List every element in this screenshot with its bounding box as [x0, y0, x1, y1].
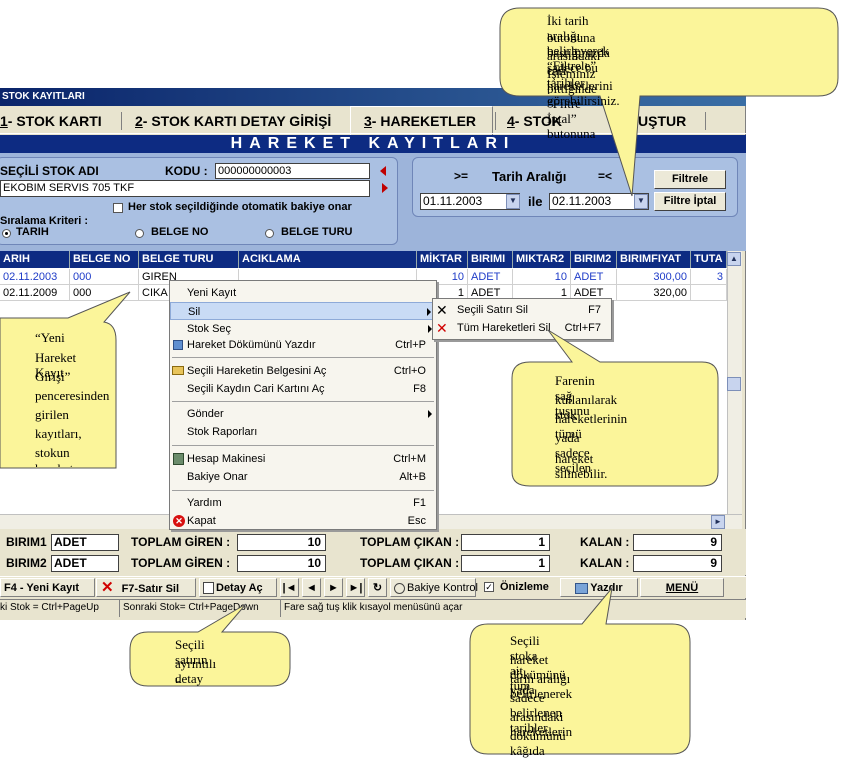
callout-print-shape	[469, 586, 691, 755]
